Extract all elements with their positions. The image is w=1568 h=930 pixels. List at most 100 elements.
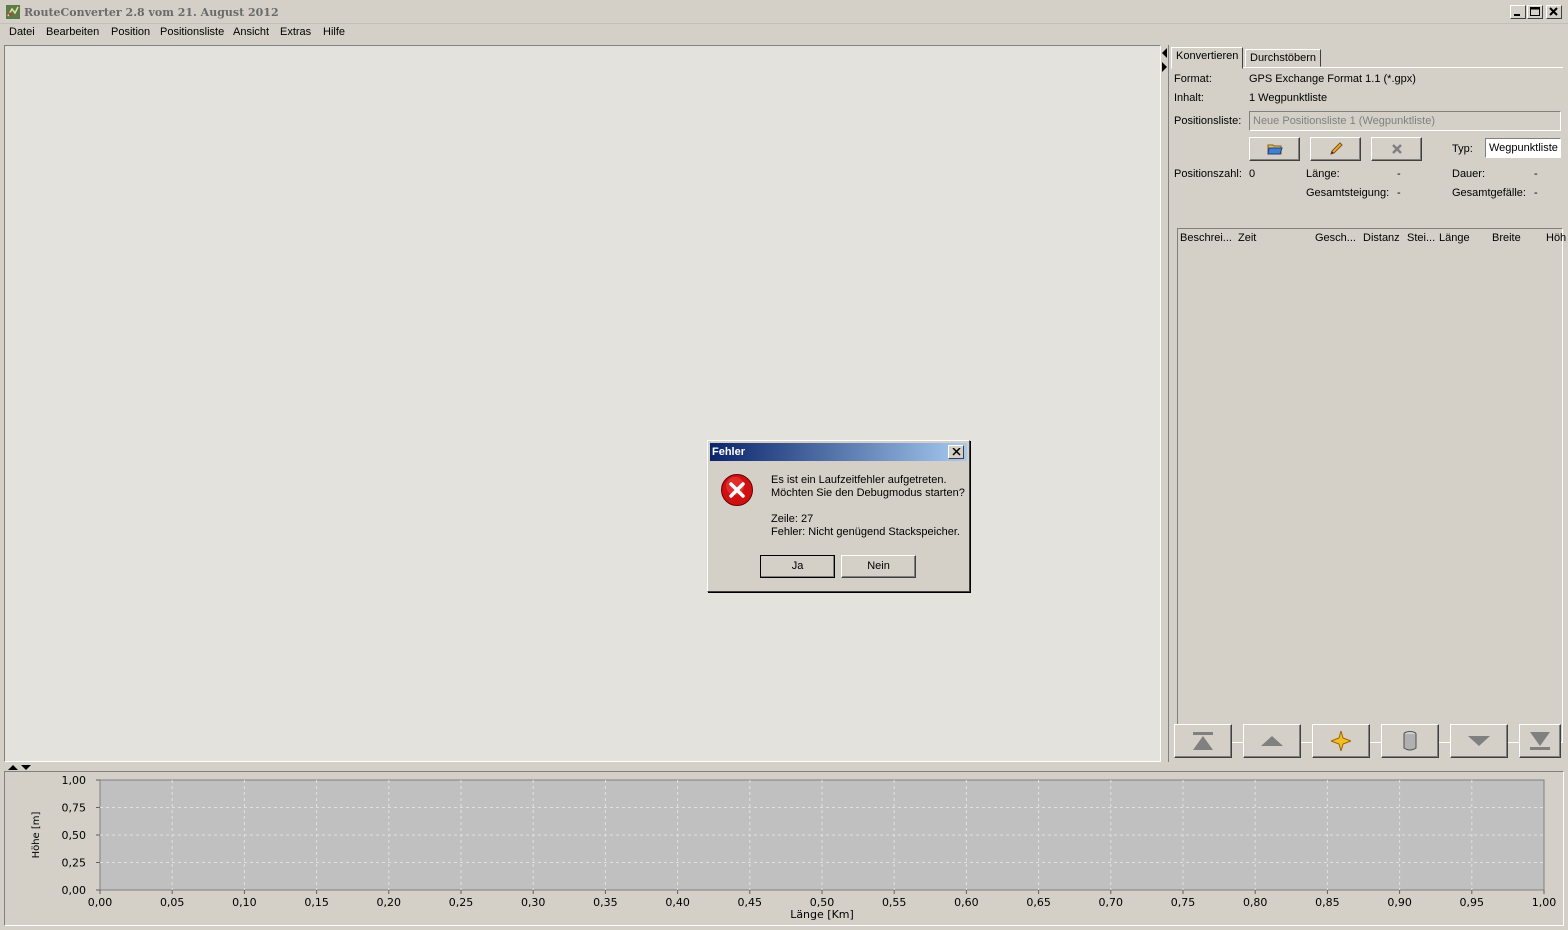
dialog-title: Fehler (712, 446, 746, 458)
window-title: RouteConverter 2.8 vom 21. August 2012 (24, 6, 279, 19)
dauer-value: - (1534, 168, 1538, 180)
move-to-top-icon (1193, 732, 1213, 750)
move-to-bottom-button[interactable] (1519, 724, 1561, 758)
x-tick-label: 0,85 (1315, 896, 1340, 909)
y-tick-label: 0,25 (62, 857, 87, 870)
x-tick-label: 0,25 (449, 896, 474, 909)
typ-field[interactable]: Wegpunktliste (1485, 138, 1561, 158)
rename-list-button[interactable] (1310, 137, 1361, 161)
positionszahl-value: 0 (1249, 168, 1256, 180)
elevation-chart: 0,00 0,05 0,10 0,15 0,20 0,25 0,30 0,35 0,40 0,45… (31, 774, 1556, 921)
gesamtsteigung-value: - (1397, 187, 1401, 199)
new-position-button[interactable] (1312, 724, 1370, 758)
positionsliste-select[interactable]: Neue Positionsliste 1 (Wegpunktliste) (1249, 111, 1561, 131)
positionszahl-label: Positionszahl: (1174, 168, 1242, 180)
x-tick-label: 0,10 (232, 896, 257, 909)
dialog-message-line-3: Zeile: 27 (771, 513, 814, 525)
delete-list-button[interactable] (1371, 137, 1422, 161)
y-tick-label: 0,75 (62, 802, 87, 815)
menu-bar: Datei Bearbeiten Position Positionsliste… (0, 24, 1568, 43)
no-button[interactable]: Nein (841, 555, 916, 578)
x-tick-label: 0,00 (88, 896, 113, 909)
inhalt-value: 1 Wegpunktliste (1249, 92, 1328, 104)
column-header-distanz[interactable]: Distanz (1363, 232, 1400, 244)
title-bar: RouteConverter 2.8 vom 21. August 2012 (0, 0, 1568, 24)
x-tick-label: 0,60 (954, 896, 979, 909)
gesamtgefaelle-label: Gesamtgefälle: (1452, 187, 1526, 199)
tab-konvertieren[interactable]: Konvertieren (1171, 47, 1244, 69)
arrow-up-icon (1261, 736, 1283, 746)
y-tick-label: 0,00 (62, 884, 87, 897)
column-header-laenge[interactable]: Länge (1439, 232, 1470, 244)
pencil-icon (1329, 142, 1343, 155)
trash-can-icon (1403, 731, 1417, 751)
minimize-button[interactable] (1510, 5, 1526, 19)
x-tick-label: 0,30 (521, 896, 546, 909)
horizontal-splitter[interactable] (4, 762, 1564, 771)
typ-label: Typ: (1452, 143, 1473, 155)
dialog-close-button[interactable] (948, 445, 964, 459)
tab-durchstoebern[interactable]: Durchstöbern (1245, 49, 1322, 67)
x-tick-label: 0,70 (1099, 896, 1124, 909)
dialog-title-bar: Fehler (710, 443, 967, 461)
collapse-arrow-icon[interactable] (1161, 48, 1168, 74)
x-tick-label: 0,20 (377, 896, 402, 909)
format-value: GPS Exchange Format 1.1 (*.gpx) (1249, 73, 1416, 85)
column-header-hoehe[interactable]: Höh (1546, 232, 1566, 244)
x-tick-label: 0,75 (1171, 896, 1196, 909)
menu-hilfe[interactable]: Hilfe (320, 26, 348, 38)
menu-bearbeiten[interactable]: Bearbeiten (43, 26, 102, 38)
column-header-breite[interactable]: Breite (1492, 232, 1521, 244)
error-icon (721, 474, 753, 506)
inhalt-label: Inhalt: (1174, 92, 1204, 104)
x-tick-label: 0,05 (160, 896, 185, 909)
delete-position-button[interactable] (1381, 724, 1439, 758)
x-tick-label: 0,35 (593, 896, 618, 909)
elevation-profile[interactable]: 0,00 0,05 0,10 0,15 0,20 0,25 0,30 0,35 0,40 0,45… (4, 771, 1564, 926)
y-tick-label: 1,00 (62, 774, 87, 787)
maximize-icon (1530, 7, 1540, 16)
positions-table[interactable]: Beschrei... Zeit Gesch... Distanz Stei..… (1177, 228, 1566, 743)
dialog-message-line-2: Möchten Sie den Debugmodus starten? (771, 487, 965, 499)
x-tick-label: 0,90 (1387, 896, 1412, 909)
menu-extras[interactable]: Extras (277, 26, 314, 38)
maximize-button[interactable] (1527, 5, 1543, 19)
expand-collapse-arrows-icon[interactable] (8, 763, 34, 771)
open-list-button[interactable] (1249, 137, 1300, 161)
map-view[interactable] (4, 45, 1161, 762)
column-header-zeit[interactable]: Zeit (1238, 232, 1256, 244)
menu-datei[interactable]: Datei (6, 26, 38, 38)
move-to-top-button[interactable] (1174, 724, 1232, 758)
x-tick-label: 0,80 (1243, 896, 1268, 909)
x-tick-label: 0,15 (304, 896, 329, 909)
close-button[interactable] (1546, 5, 1562, 19)
x-tick-label: 0,55 (882, 896, 907, 909)
new-star-icon (1331, 731, 1351, 751)
laenge-label: Länge: (1306, 168, 1340, 180)
arrow-down-icon (1468, 736, 1490, 746)
dialog-message-line-4: Fehler: Nicht genügend Stackspeicher. (771, 526, 960, 538)
column-header-steigung[interactable]: Stei... (1407, 232, 1435, 244)
column-header-beschreibung[interactable]: Beschrei... (1180, 232, 1232, 244)
positionsliste-label: Positionsliste: (1174, 115, 1242, 127)
x-tick-label: 0,95 (1460, 896, 1485, 909)
x-axis-label: Länge [Km] (790, 908, 854, 921)
column-header-geschwindigkeit[interactable]: Gesch... (1315, 232, 1356, 244)
menu-position[interactable]: Position (108, 26, 153, 38)
delete-x-icon (1391, 144, 1402, 154)
minimize-icon (1514, 14, 1520, 16)
move-down-button[interactable] (1450, 724, 1508, 758)
menu-ansicht[interactable]: Ansicht (230, 26, 272, 38)
tab-content: Format: GPS Exchange Format 1.1 (*.gpx) … (1171, 67, 1566, 760)
dialog-message-line-1: Es ist ein Laufzeitfehler aufgetreten. (771, 474, 947, 486)
move-to-bottom-icon (1530, 732, 1550, 750)
menu-positionsliste[interactable]: Positionsliste (157, 26, 227, 38)
dauer-label: Dauer: (1452, 168, 1486, 180)
error-dialog: Fehler Es ist ein Laufzeitfehler aufgetr… (707, 440, 970, 592)
close-icon (1549, 7, 1558, 16)
route-converter-app-icon (6, 5, 20, 19)
gesamtgefaelle-value: - (1534, 187, 1538, 199)
move-up-button[interactable] (1243, 724, 1301, 758)
yes-button[interactable]: Ja (760, 555, 835, 578)
x-tick-label: 0,65 (1026, 896, 1051, 909)
